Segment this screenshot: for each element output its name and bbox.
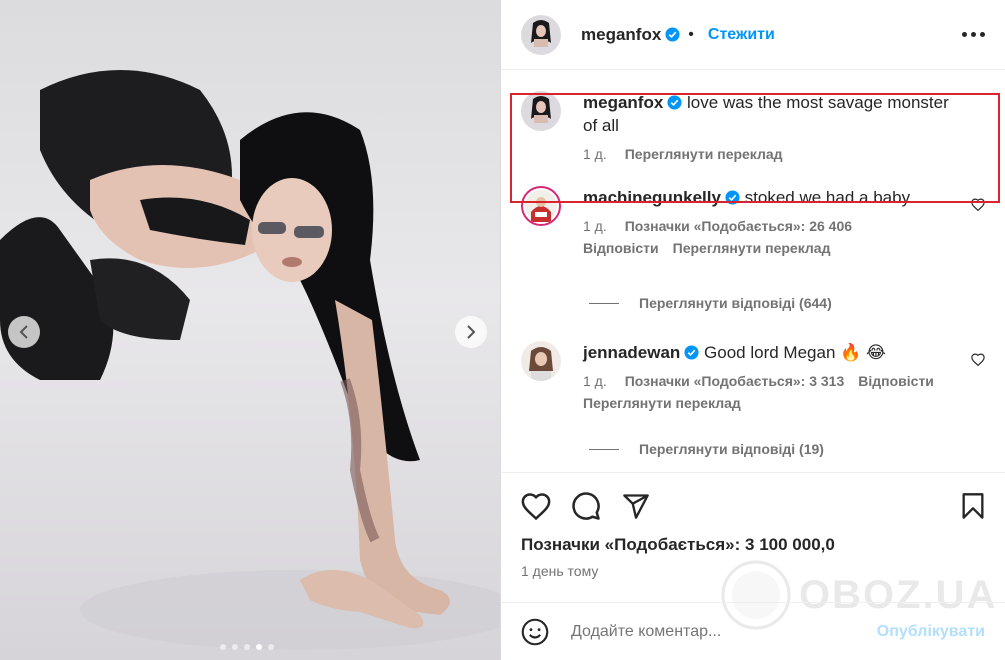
carousel-indicator (220, 644, 274, 650)
comment-item: jennadewan Good lord Megan 🔥 😂 1 д. Позна… (521, 341, 985, 414)
chevron-left-icon (19, 325, 28, 339)
view-replies-button[interactable]: Переглянути відповіді (644) (589, 295, 832, 311)
comment-username[interactable]: jennadewan (583, 343, 680, 362)
comment-translate-link[interactable]: Переглянути переклад (583, 395, 741, 411)
view-replies-label: Переглянути відповіді (19) (639, 441, 824, 457)
replies-divider (589, 448, 619, 450)
reply-button[interactable]: Відповісти (858, 373, 934, 389)
share-send-icon[interactable] (621, 492, 651, 520)
post-header: meganfox • Стежити (501, 0, 1005, 70)
reply-button[interactable]: Відповісти (583, 240, 659, 256)
avatar[interactable] (521, 14, 561, 55)
verified-badge-icon (684, 345, 699, 360)
chevron-right-icon (467, 325, 476, 339)
carousel-next-button[interactable] (455, 316, 487, 348)
header-username[interactable]: meganfox (581, 25, 661, 45)
header-separator: • (688, 25, 694, 43)
avatar[interactable] (521, 341, 561, 381)
more-options-button[interactable] (962, 32, 985, 37)
more-dot (980, 32, 985, 37)
add-comment-bar: Опублікувати (501, 602, 1005, 660)
carousel-prev-button[interactable] (8, 316, 40, 348)
post-sidebar: meganfox • Стежити meganfox love was the (500, 0, 1005, 660)
comment-text: Good lord Megan 🔥 😂 (704, 343, 886, 362)
comment-translate-link[interactable]: Переглянути переклад (673, 240, 831, 256)
more-dot (971, 32, 976, 37)
view-replies-label: Переглянути відповіді (644) (639, 295, 832, 311)
comment-meta: 1 д. Позначки «Подобається»: 3 313 Відпові… (583, 370, 963, 414)
action-icons (521, 491, 985, 521)
bookmark-save-icon[interactable] (961, 492, 985, 520)
publish-button[interactable]: Опублікувати (877, 623, 985, 641)
follow-button[interactable]: Стежити (708, 26, 775, 44)
comment-likes-count[interactable]: Позначки «Подобається»: 26 406 (625, 218, 852, 234)
post-likes-count[interactable]: Позначки «Подобається»: 3 100 000,0 (521, 535, 985, 555)
avatar-image (521, 14, 561, 55)
like-heart-icon[interactable] (521, 492, 551, 520)
comment-text-block: jennadewan Good lord Megan 🔥 😂 (583, 341, 963, 364)
emoji-icon[interactable] (521, 618, 549, 646)
add-comment-input[interactable] (571, 622, 861, 641)
post-image (0, 70, 500, 650)
heart-icon[interactable] (971, 353, 985, 366)
carousel-dot-active (256, 644, 262, 650)
post-photo[interactable] (0, 0, 500, 660)
comment-bubble-icon[interactable] (571, 491, 601, 521)
comment-time[interactable]: 1 д. (583, 373, 607, 389)
highlight-box (510, 93, 1000, 203)
verified-badge-icon (665, 27, 680, 42)
comment-time[interactable]: 1 д. (583, 218, 607, 234)
carousel-dot (232, 644, 238, 650)
comment-meta: 1 д. Позначки «Подобається»: 26 406 Відпо… (583, 215, 963, 259)
carousel-dot (220, 644, 226, 650)
replies-divider (589, 302, 619, 304)
comment-likes-count[interactable]: Позначки «Подобається»: 3 313 (625, 373, 845, 389)
carousel-dot (244, 644, 250, 650)
more-dot (962, 32, 967, 37)
carousel-dot (268, 644, 274, 650)
view-replies-button[interactable]: Переглянути відповіді (19) (589, 441, 824, 457)
avatar-image (521, 341, 561, 381)
